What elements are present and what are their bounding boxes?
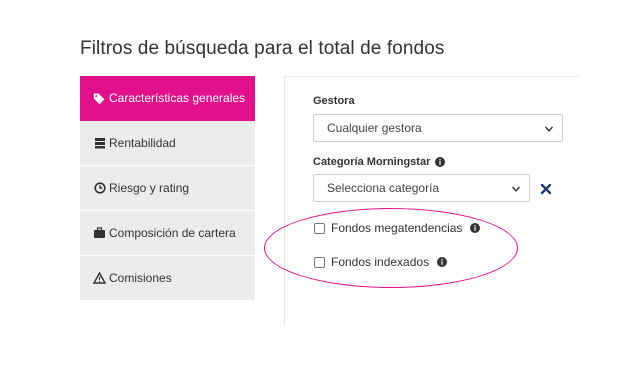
sidebar-item-riesgo[interactable]: Riesgo y rating xyxy=(80,166,255,211)
sidebar-item-label: Características generales xyxy=(109,91,246,105)
filters-page: Filtros de búsqueda para el total de fon… xyxy=(0,0,640,368)
gestora-select[interactable]: Cualquier gestora xyxy=(313,114,563,142)
indexados-option: Fondos indexados xyxy=(314,255,448,269)
indexados-label[interactable]: Fondos indexados xyxy=(331,255,429,269)
clear-icon[interactable] xyxy=(540,182,552,195)
filter-sidebar: Características generales Rentabilidad R… xyxy=(80,76,255,301)
sidebar-item-label: Comisiones xyxy=(109,271,172,285)
tags-icon xyxy=(93,92,106,105)
sidebar-item-comisiones[interactable]: Comisiones xyxy=(80,256,255,301)
megatendencias-option: Fondos megatendencias xyxy=(314,221,481,235)
indexados-checkbox[interactable] xyxy=(314,256,325,268)
chevron-down-icon xyxy=(511,183,521,197)
server-icon xyxy=(93,137,106,150)
megatendencias-checkbox[interactable] xyxy=(314,222,325,234)
sidebar-item-caracteristicas[interactable]: Características generales xyxy=(80,76,255,121)
clock-icon xyxy=(93,182,106,195)
categoria-label: Categoría Morningstar xyxy=(313,156,446,168)
highlight-ellipse xyxy=(264,208,518,288)
gestora-select-value: Cualquier gestora xyxy=(327,121,422,135)
info-icon[interactable] xyxy=(470,223,481,233)
chevron-down-icon xyxy=(544,123,554,137)
categoria-select[interactable]: Selecciona categoría xyxy=(313,174,530,202)
sidebar-item-label: Riesgo y rating xyxy=(109,181,190,195)
warning-icon xyxy=(93,272,106,285)
megatendencias-label[interactable]: Fondos megatendencias xyxy=(331,221,462,235)
sidebar-item-composicion[interactable]: Composición de cartera xyxy=(80,211,255,256)
info-icon[interactable] xyxy=(435,157,446,167)
sidebar-item-rentabilidad[interactable]: Rentabilidad xyxy=(80,121,255,166)
info-icon[interactable] xyxy=(437,257,448,267)
panel-top-border xyxy=(285,76,580,77)
panel-left-border xyxy=(284,76,285,326)
briefcase-icon xyxy=(93,227,106,240)
sidebar-item-label: Composición de cartera xyxy=(109,226,236,240)
page-title: Filtros de búsqueda para el total de fon… xyxy=(80,38,445,59)
categoria-select-value: Selecciona categoría xyxy=(327,181,440,195)
gestora-label: Gestora xyxy=(313,95,355,107)
sidebar-item-label: Rentabilidad xyxy=(109,136,176,150)
